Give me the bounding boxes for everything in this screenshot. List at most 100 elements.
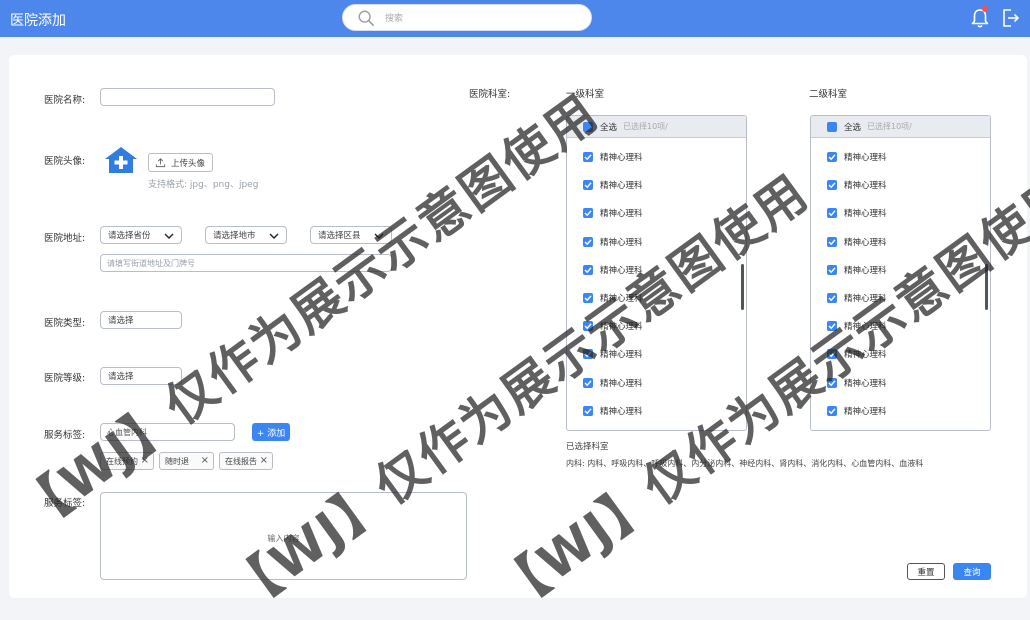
hospital-level-select[interactable]: 请选择 [100, 367, 182, 385]
checkbox-checked-icon[interactable] [583, 349, 593, 360]
hospital-name-label: 医院名称: [44, 95, 86, 106]
hospital-house-icon [105, 147, 137, 173]
checkbox-checked-icon[interactable] [827, 236, 837, 247]
selected-departments-list: 内科: 内科、呼吸内科、呼吸内科、内分泌内科、神经内科、肾内科、消化内科、心血管… [566, 459, 924, 468]
tag-chip-label: 在线报告 [225, 456, 257, 466]
department-item[interactable]: 精神心理科 [811, 205, 990, 221]
province-select[interactable]: 请选择省份 [100, 226, 182, 244]
level2-title: 二级科室 [809, 89, 848, 100]
checkbox-checked-icon[interactable] [827, 264, 837, 275]
department-item[interactable]: 精神心理科 [567, 149, 746, 165]
hospital-avatar-label: 医院头像: [44, 156, 86, 167]
checkbox-checked-icon[interactable] [827, 180, 837, 191]
textarea-placeholder: 输入内容 [267, 534, 300, 543]
department-item[interactable]: 精神心理科 [811, 290, 990, 306]
level2-select-all-row[interactable]: 全选 已选择10项/ [811, 116, 990, 138]
service-textarea[interactable]: 输入内容 [100, 492, 467, 580]
hospital-type-select[interactable]: 请选择 [100, 311, 182, 329]
service-tag-label: 服务标签: [44, 430, 86, 441]
logout-icon[interactable] [1000, 7, 1020, 29]
checkbox-checked-icon[interactable] [827, 152, 837, 162]
department-item-label: 精神心理科 [600, 153, 643, 163]
department-item-label: 精神心理科 [844, 406, 887, 417]
checkbox-checked-icon[interactable] [827, 377, 837, 388]
department-item[interactable]: 精神心理科 [811, 346, 990, 362]
hospital-name-input[interactable] [100, 88, 275, 106]
checkbox-checked-icon[interactable] [827, 293, 837, 303]
checkbox-checked-icon[interactable] [827, 321, 837, 332]
checkbox-checked-icon[interactable] [583, 264, 593, 275]
department-item-label: 精神心理科 [844, 350, 887, 361]
department-item[interactable]: 精神心理科 [567, 234, 746, 250]
selected-departments-title: 已选择科室 [566, 442, 609, 452]
city-select-text: 请选择地市 [213, 231, 256, 241]
chevron-down-icon [164, 233, 174, 239]
hospital-address-label: 医院地址: [44, 233, 86, 244]
department-item[interactable]: 精神心理科 [811, 262, 990, 278]
department-item[interactable]: 精神心理科 [811, 318, 990, 334]
department-item[interactable]: 精神心理科 [811, 234, 990, 250]
checkbox-all-icon[interactable] [827, 122, 837, 132]
checkbox-checked-icon[interactable] [583, 208, 593, 219]
checkbox-all-icon[interactable] [583, 122, 593, 132]
close-icon[interactable]: × [141, 455, 149, 466]
department-item[interactable]: 精神心理科 [811, 177, 990, 193]
hospital-type-label: 医院类型: [44, 318, 86, 329]
service-tag2-label: 服务标签: [44, 498, 86, 509]
query-button[interactable]: 查询 [953, 563, 991, 580]
select-all-label: 全选 [600, 123, 618, 133]
selected-count: 已选择10项/ [623, 122, 668, 131]
department-item[interactable]: 精神心理科 [567, 375, 746, 391]
district-select-text: 请选择区县 [318, 231, 361, 241]
reset-button[interactable]: 重置 [907, 563, 945, 580]
upload-icon [155, 158, 166, 168]
street-address-placeholder: 请填写街道地址及门牌号 [107, 258, 195, 268]
checkbox-checked-icon[interactable] [827, 349, 837, 360]
add-tag-button[interactable]: + 添加 [252, 423, 290, 441]
department-item-label: 精神心理科 [844, 153, 887, 163]
checkbox-checked-icon[interactable] [583, 405, 593, 416]
select-all-label: 全选 [844, 123, 862, 133]
checkbox-checked-icon[interactable] [583, 236, 593, 247]
department-item-label: 精神心理科 [600, 237, 643, 248]
close-icon[interactable]: × [260, 455, 268, 466]
upload-avatar-button[interactable]: 上传头像 [148, 153, 213, 172]
tag-chip: 随时退 × [159, 452, 214, 470]
department-item[interactable]: 精神心理科 [811, 403, 990, 419]
search-input[interactable]: 搜索 [342, 4, 592, 31]
department-item-label: 精神心理科 [600, 265, 643, 276]
department-item[interactable]: 精神心理科 [567, 262, 746, 278]
checkbox-checked-icon[interactable] [827, 405, 837, 416]
department-item[interactable]: 精神心理科 [567, 290, 746, 306]
department-item[interactable]: 精神心理科 [567, 403, 746, 419]
department-item[interactable]: 精神心理科 [567, 318, 746, 334]
checkbox-checked-icon[interactable] [583, 180, 593, 191]
checkbox-checked-icon[interactable] [583, 293, 593, 303]
page-title: 医院添加 [10, 13, 66, 29]
department-item-label: 精神心理科 [600, 294, 643, 304]
chevron-down-icon [374, 233, 384, 239]
level1-title: 一级科室 [566, 89, 605, 100]
department-item[interactable]: 精神心理科 [567, 346, 746, 362]
level1-select-all-row[interactable]: 全选 已选择10项/ [567, 116, 746, 138]
close-icon[interactable]: × [201, 455, 209, 466]
hospital-level-label: 医院等级: [44, 373, 86, 384]
checkbox-checked-icon[interactable] [583, 152, 593, 162]
service-tag-input[interactable]: 心血管内科 [100, 423, 235, 441]
level2-department-list: 全选 已选择10项/ 精神心理科 精神心理科 精神心理科 精神心理科 精神心理科 精神心理… [810, 115, 991, 431]
department-item[interactable]: 精神心理科 [567, 205, 746, 221]
street-address-input[interactable]: 请填写街道地址及门牌号 [100, 254, 392, 272]
format-hint: 支持格式: jpg、png、jpeg [148, 180, 259, 190]
checkbox-checked-icon[interactable] [583, 377, 593, 388]
department-item[interactable]: 精神心理科 [811, 375, 990, 391]
city-select[interactable]: 请选择地市 [205, 226, 287, 244]
tag-chip: 在线报告 × [219, 452, 273, 470]
checkbox-checked-icon[interactable] [583, 321, 593, 332]
department-item-label: 精神心理科 [844, 294, 887, 304]
department-item-label: 精神心理科 [600, 406, 643, 417]
district-select[interactable]: 请选择区县 [310, 226, 392, 244]
department-item[interactable]: 精神心理科 [567, 177, 746, 193]
department-item[interactable]: 精神心理科 [811, 149, 990, 165]
search-placeholder: 搜索 [385, 14, 404, 24]
checkbox-checked-icon[interactable] [827, 208, 837, 219]
